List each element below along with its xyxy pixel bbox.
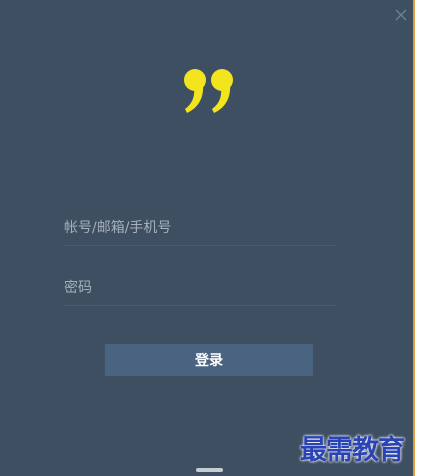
account-input[interactable]	[63, 211, 335, 245]
watermark-text: 最需教育	[300, 435, 405, 466]
quote-logo-icon	[182, 66, 238, 118]
close-icon	[395, 9, 407, 21]
password-input[interactable]	[63, 271, 335, 305]
account-field	[63, 211, 335, 246]
window-edge	[413, 0, 415, 476]
password-field	[63, 271, 335, 306]
login-button[interactable]: 登录	[105, 344, 313, 376]
login-window: 登录	[0, 0, 413, 476]
drag-handle[interactable]	[196, 468, 223, 472]
close-button[interactable]	[392, 6, 410, 24]
